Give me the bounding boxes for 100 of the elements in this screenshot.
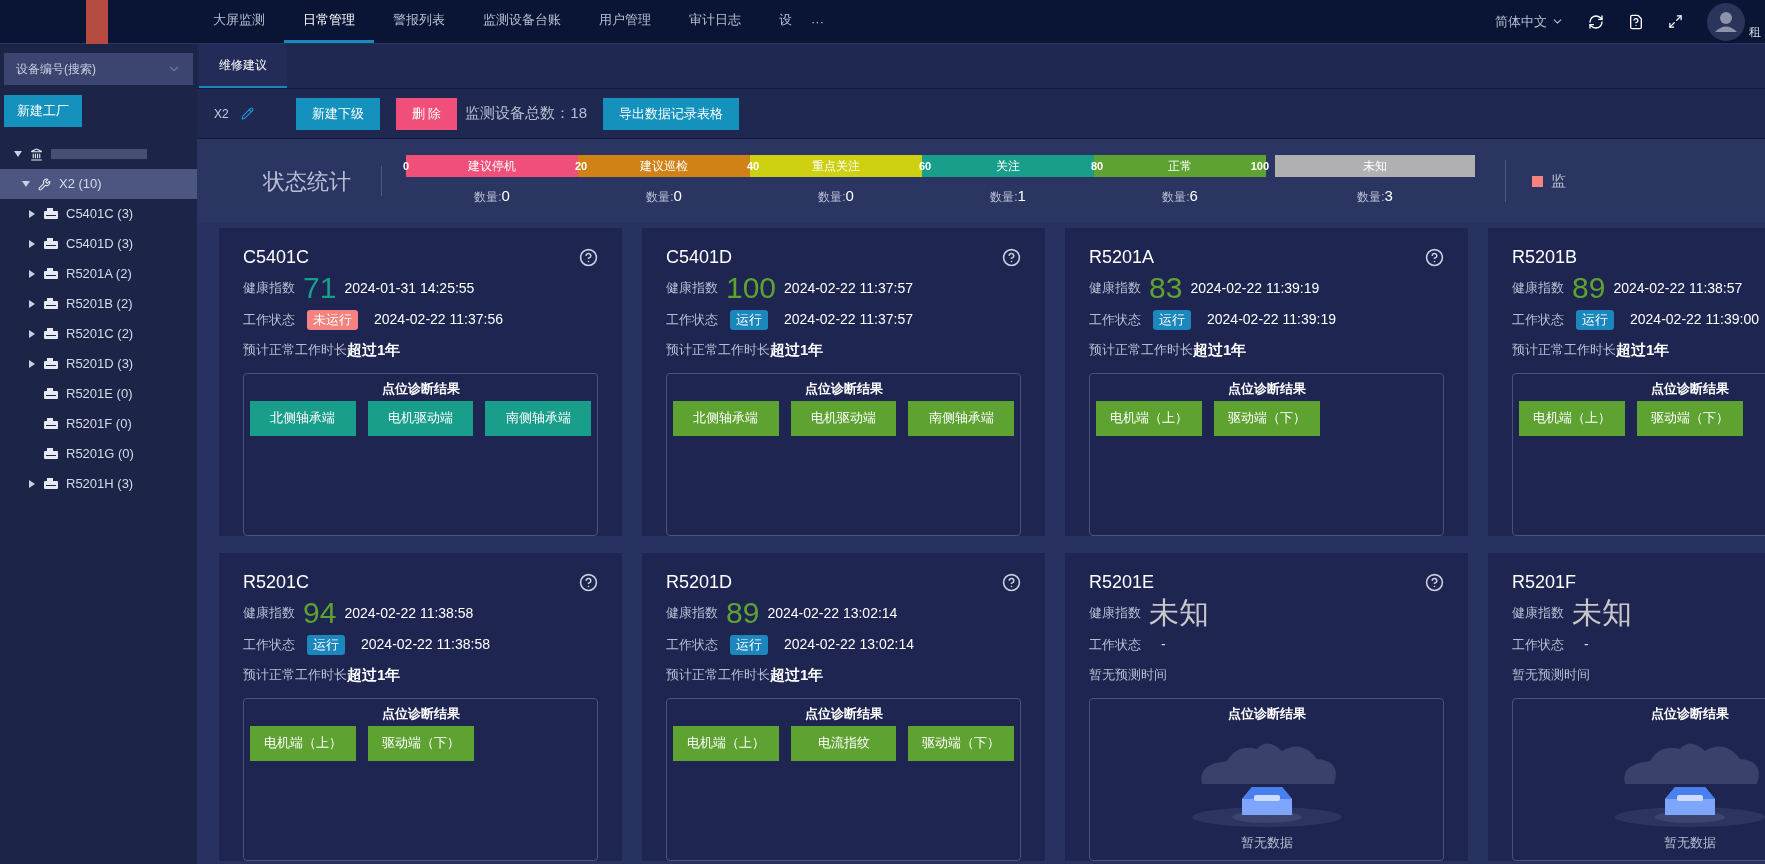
device-title: R5201C (243, 571, 310, 594)
wrench-icon (38, 177, 51, 191)
help-icon[interactable] (579, 248, 598, 267)
field-label: 健康指数 (243, 279, 295, 298)
count-label: 数量: (1357, 188, 1385, 206)
device-title: R5201A (1089, 246, 1155, 269)
timestamp: 2024-02-22 11:38:58 (344, 603, 474, 623)
tree-item[interactable]: R5201D (3) (0, 349, 197, 379)
bank-icon (30, 147, 43, 161)
device-title: R5201D (666, 571, 733, 594)
forecast-value: 超过1年 (770, 339, 824, 360)
count-value: 6 (1189, 185, 1198, 206)
refresh-icon[interactable] (1588, 13, 1604, 30)
nav-tab[interactable]: 审计日志 (670, 0, 760, 43)
nav-tab[interactable]: 警报列表 (374, 0, 464, 43)
tree-item[interactable]: R5201A (2) (0, 259, 197, 289)
help-icon[interactable] (1425, 573, 1444, 592)
field-label: 工作状态 (1512, 636, 1564, 655)
device-icon (44, 268, 58, 280)
empty-message: 暂无数据 (1663, 833, 1716, 852)
export-button[interactable]: 导出数据记录表格 (603, 97, 739, 130)
tree-item[interactable]: R5201H (3) (0, 469, 197, 499)
empty-message: 暂无数据 (1240, 833, 1293, 852)
count-label: 数量: (1162, 188, 1190, 206)
edit-icon[interactable] (240, 107, 254, 120)
range-label: 建议停机 (468, 157, 516, 175)
timestamp: 2024-02-22 11:38:58 (361, 635, 490, 655)
timestamp: 2024-02-22 13:02:14 (784, 635, 914, 655)
health-score: 89 (726, 596, 760, 630)
range-label: 重点关注 (812, 157, 860, 175)
tree-item[interactable]: R5201E (0) (0, 379, 197, 409)
tree-item[interactable]: R5201F (0) (0, 409, 197, 439)
health-score: 71 (303, 271, 337, 305)
node-name: X2 (214, 105, 229, 123)
caret-right-icon[interactable] (28, 240, 36, 248)
fullscreen-icon[interactable] (1668, 14, 1683, 29)
field-label: 工作状态 (1512, 311, 1564, 330)
range-label: 关注 (996, 157, 1020, 175)
health-score: 94 (303, 596, 337, 630)
field-label: 预计正常工作时长 (1512, 341, 1616, 360)
caret-down-icon[interactable] (14, 150, 22, 158)
device-title: R5201E (1089, 571, 1155, 594)
field-label: 预计正常工作时长 (666, 666, 770, 685)
health-score: 89 (1572, 271, 1606, 305)
help-icon[interactable] (1002, 248, 1021, 267)
field-label: 健康指数 (1089, 279, 1141, 298)
field-label: 健康指数 (1089, 604, 1141, 623)
panel-title: 点位诊断结果 (1650, 379, 1729, 398)
count-value: 0 (673, 185, 682, 206)
count-label: 数量: (474, 188, 502, 206)
tree-item[interactable]: X2 (10) (0, 169, 197, 199)
tree-item[interactable]: C5401C (3) (0, 199, 197, 229)
content-tab[interactable]: 维修建议 (199, 44, 287, 88)
tree-item[interactable]: R5201G (0) (0, 439, 197, 469)
nav-tab[interactable]: 监测设备台账 (464, 0, 580, 43)
help-document-icon[interactable] (1628, 13, 1644, 30)
help-icon[interactable] (1425, 248, 1444, 267)
field-label: 预计正常工作时长 (243, 341, 347, 360)
user-name: 租 (1749, 23, 1761, 41)
range-label: 建议巡检 (640, 157, 688, 175)
caret-right-icon[interactable] (28, 210, 36, 218)
tick-label: 100 (1250, 158, 1269, 174)
status-text: - (1160, 635, 1167, 655)
panel-title: 点位诊断结果 (381, 704, 460, 723)
help-icon[interactable] (1002, 573, 1021, 592)
language-select[interactable]: 简体中文 (1495, 11, 1564, 32)
tree-item[interactable]: C5401D (3) (0, 229, 197, 259)
caret-right-icon[interactable] (28, 330, 36, 338)
panel-title: 点位诊断结果 (1227, 704, 1306, 723)
device-icon (44, 418, 58, 430)
timestamp: 2024-02-22 11:39:00 (1630, 310, 1759, 330)
avatar-icon[interactable] (1707, 2, 1745, 41)
caret-right-icon[interactable] (28, 360, 36, 368)
caret-down-icon[interactable] (22, 180, 30, 188)
help-icon[interactable] (579, 573, 598, 592)
nav-tab[interactable]: 用户管理 (580, 0, 670, 43)
search-field[interactable]: 设备编号(搜索) (4, 53, 193, 85)
caret-right-icon[interactable] (28, 270, 36, 278)
field-label: 工作状态 (666, 636, 718, 655)
stats-title: 状态统计 (263, 167, 352, 196)
field-label: 健康指数 (1512, 279, 1564, 298)
range-label: 正常 (1168, 157, 1192, 175)
device-icon (44, 298, 58, 310)
panel-title: 点位诊断结果 (381, 379, 460, 398)
count-label: 数量: (646, 188, 674, 206)
panel-title: 点位诊断结果 (1227, 379, 1306, 398)
timestamp: 2024-02-22 11:38:57 (1613, 278, 1743, 298)
tree-item[interactable]: R5201B (2) (0, 289, 197, 319)
more-icon[interactable]: ··· (811, 11, 824, 32)
field-label: 预计正常工作时长 (1089, 341, 1193, 360)
new-child-button[interactable]: 新建下级 (295, 97, 380, 130)
count-value: 0 (845, 185, 854, 206)
field-label: 工作状态 (666, 311, 718, 330)
caret-right-icon[interactable] (28, 300, 36, 308)
nav-tab[interactable]: 大屏监测 (194, 0, 284, 43)
health-score: 未知 (1149, 596, 1209, 630)
nav-tab[interactable]: 设 (760, 0, 811, 43)
caret-right-icon[interactable] (28, 480, 36, 488)
new-factory-button[interactable]: 新建工厂 (4, 95, 82, 127)
tree-item[interactable]: R5201C (2) (0, 319, 197, 349)
